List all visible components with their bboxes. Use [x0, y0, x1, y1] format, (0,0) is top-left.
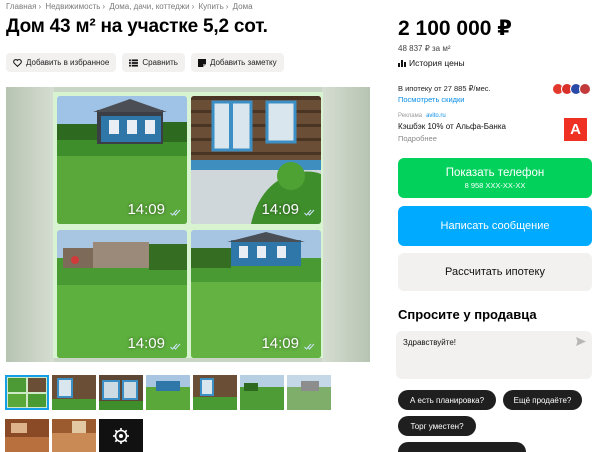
photo-tile: 14:09: [191, 230, 321, 358]
message-input[interactable]: Здравствуйте!: [396, 331, 592, 379]
see-discounts-link[interactable]: Посмотреть скидки: [398, 95, 465, 104]
house-yard-photo: [191, 230, 321, 358]
page-title: Дом 43 м² на участке 5,2 сот.: [6, 16, 268, 37]
ask-seller-heading: Спросите у продавца: [398, 307, 537, 322]
bank-logo-icon: [579, 83, 591, 95]
show-phone-button[interactable]: Показать телефон 8 958 XXX-XX-XX: [398, 158, 592, 198]
ad-label: Реклама avito.ru: [398, 113, 446, 119]
thumbnail[interactable]: [287, 375, 331, 410]
thumbnail[interactable]: [5, 375, 49, 410]
main-photo[interactable]: 14:09 14:09 14:09 14:09: [6, 87, 370, 362]
breadcrumb-item[interactable]: Дома, дачи, коттеджи: [109, 2, 189, 11]
calculate-mortgage-label: Рассчитать ипотеку: [445, 266, 545, 278]
double-check-icon: [170, 209, 181, 216]
cashback-offer[interactable]: Кэшбэк 10% от Альфа-Банка: [398, 122, 506, 131]
double-check-icon: [170, 343, 181, 350]
photo-tile: 14:09: [57, 230, 187, 358]
thumbnail-more[interactable]: [99, 419, 143, 452]
house-photo: [57, 96, 187, 224]
photo-timestamp: 14:09: [261, 335, 299, 352]
add-to-favorites-button[interactable]: Добавить в избранное: [6, 53, 117, 72]
ad-source: avito.ru: [426, 113, 446, 119]
thumbnail[interactable]: [5, 419, 49, 452]
thumbnail[interactable]: [240, 375, 284, 410]
show-phone-label: Показать телефон: [445, 166, 545, 179]
add-note-button[interactable]: Добавить заметку: [190, 53, 284, 72]
compare-icon: [129, 58, 139, 67]
thumbnail[interactable]: [146, 375, 190, 410]
quick-question-chip[interactable]: А есть планировка?: [398, 390, 496, 410]
breadcrumb-item[interactable]: Главная: [6, 2, 36, 11]
bank-logos: [552, 83, 591, 95]
send-icon[interactable]: [576, 337, 586, 346]
thumbnail[interactable]: [52, 375, 96, 410]
mortgage-offer: В ипотеку от 27 885 ₽/мес.: [398, 84, 491, 93]
ad-more-link[interactable]: Подробнее: [398, 134, 437, 143]
add-to-favorites-label: Добавить в избранное: [26, 58, 110, 67]
quick-question-chip[interactable]: Ещё продаёте?: [503, 390, 582, 410]
window-photo: [191, 96, 321, 224]
breadcrumb-item[interactable]: Купить: [198, 2, 223, 11]
double-check-icon: [304, 343, 315, 350]
gallery-blur-left: [6, 87, 54, 362]
write-message-label: Написать сообщение: [440, 220, 550, 232]
price-history-label: История цены: [409, 58, 465, 68]
quick-question-chip-partial[interactable]: [398, 442, 526, 452]
photo-timestamp: 14:09: [127, 335, 165, 352]
photo-timestamp: 14:09: [261, 201, 299, 218]
note-icon: [197, 58, 206, 67]
message-input-text: Здравствуйте!: [403, 338, 457, 347]
breadcrumb-item[interactable]: Недвижимость: [45, 2, 100, 11]
photo-tile: 14:09: [191, 96, 321, 224]
price: 2 100 000 ₽: [398, 17, 512, 40]
compare-button[interactable]: Сравнить: [122, 53, 185, 72]
gallery-blur-right: [322, 87, 370, 362]
thumbnail[interactable]: [52, 419, 96, 452]
double-check-icon: [304, 209, 315, 216]
add-note-label: Добавить заметку: [209, 58, 277, 67]
yard-photo: [57, 230, 187, 358]
breadcrumb: Главная › Недвижимость › Дома, дачи, котте…: [6, 2, 253, 11]
phone-number: 8 958 XXX-XX-XX: [464, 180, 526, 190]
price-per-m2: 48 837 ₽ за м²: [398, 44, 451, 53]
breadcrumb-item[interactable]: Дома: [233, 2, 253, 11]
photo-timestamp: 14:09: [127, 201, 165, 218]
quick-question-chip[interactable]: Торг уместен?: [398, 416, 476, 436]
compare-label: Сравнить: [142, 58, 178, 67]
photo-collage: 14:09 14:09 14:09 14:09: [53, 92, 323, 358]
photo-tile: 14:09: [57, 96, 187, 224]
heart-icon: [13, 58, 22, 67]
write-message-button[interactable]: Написать сообщение: [398, 206, 592, 246]
bar-chart-icon: [398, 60, 406, 67]
thumbnail[interactable]: [193, 375, 237, 410]
price-history-link[interactable]: История цены: [398, 58, 465, 68]
alfa-bank-logo: А: [564, 118, 587, 141]
listing-actions: Добавить в избранное Сравнить Добавить з…: [6, 53, 284, 72]
calculate-mortgage-button[interactable]: Рассчитать ипотеку: [398, 253, 592, 291]
thumbnail[interactable]: [99, 375, 143, 410]
gear-icon: [99, 419, 143, 452]
